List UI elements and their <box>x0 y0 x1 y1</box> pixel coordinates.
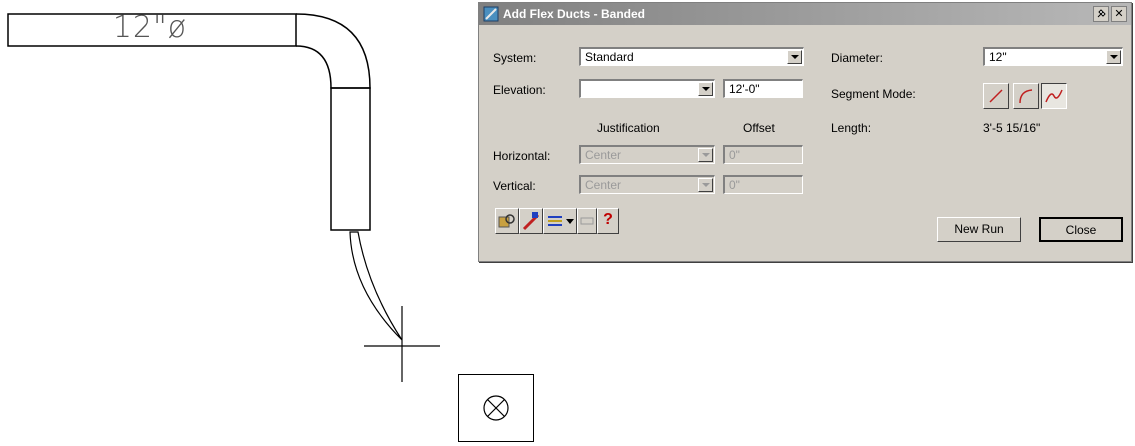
add-flex-ducts-dialog: Add Flex Ducts - Banded ✕ System: Standa… <box>478 2 1132 262</box>
chevron-down-icon[interactable] <box>1106 50 1121 64</box>
system-label: System: <box>493 51 537 65</box>
offset-header: Offset <box>743 121 775 135</box>
spline-segment-icon <box>1045 89 1063 103</box>
line-segment-icon <box>989 89 1003 103</box>
chevron-down-icon[interactable] <box>787 50 802 64</box>
close-icon-button[interactable]: ✕ <box>1111 6 1127 22</box>
segment-mode-label: Segment Mode: <box>831 87 916 101</box>
horizontal-label: Horizontal: <box>493 149 551 163</box>
close-button[interactable]: Close <box>1039 217 1123 242</box>
help-icon: ? <box>603 211 613 228</box>
diameter-select[interactable]: 12" <box>983 47 1123 66</box>
dialog-titlebar[interactable]: Add Flex Ducts - Banded ✕ <box>479 3 1131 25</box>
elevation-offset-value: 12'-0" <box>729 82 760 96</box>
circle-x-icon <box>483 395 509 421</box>
chevron-down-icon[interactable] <box>698 178 713 192</box>
paintbrush-icon <box>522 212 540 231</box>
elevation-offset-input[interactable]: 12'-0" <box>723 79 803 98</box>
horizontal-value: Center <box>585 148 622 162</box>
system-select[interactable]: Standard <box>579 47 804 66</box>
close-icon: ✕ <box>1114 8 1124 20</box>
disabled-tool-button[interactable] <box>577 208 597 234</box>
crosshair-cursor <box>364 306 440 382</box>
vertical-justification-select[interactable]: Center <box>579 175 715 194</box>
segment-mode-arc-button[interactable] <box>1013 83 1039 109</box>
pin-icon <box>1097 9 1106 18</box>
vertical-offset-value: 0" <box>729 178 740 192</box>
vertical-value: Center <box>585 178 622 192</box>
duct-end-symbol[interactable] <box>458 374 534 442</box>
match-button[interactable] <box>495 208 519 234</box>
horizontal-justification-select[interactable]: Center <box>579 145 715 164</box>
duct-size-label: 12"ø <box>112 10 188 45</box>
length-label: Length: <box>831 121 872 135</box>
horizontal-offset-input[interactable]: 0" <box>723 145 803 164</box>
help-button[interactable]: ? <box>597 208 619 234</box>
duct-elbow[interactable] <box>295 13 371 89</box>
pin-button[interactable] <box>1093 6 1109 22</box>
length-value: 3'-5 15/16" <box>983 121 1041 135</box>
elevation-label: Elevation: <box>493 83 546 97</box>
vertical-offset-input[interactable]: 0" <box>723 175 803 194</box>
flex-duct[interactable] <box>349 231 403 341</box>
line-style-dropdown-button[interactable] <box>543 208 577 234</box>
style-brush-button[interactable] <box>519 208 543 234</box>
vertical-label: Vertical: <box>493 179 536 193</box>
chevron-down-icon[interactable] <box>698 82 713 96</box>
duct-segment-vertical[interactable] <box>330 87 371 231</box>
segment-mode-spline-button[interactable] <box>1041 83 1067 109</box>
elevation-select[interactable] <box>579 79 715 98</box>
justification-header: Justification <box>597 121 660 135</box>
segment-mode-line-button[interactable] <box>983 83 1009 109</box>
system-value: Standard <box>585 50 634 64</box>
diameter-value: 12" <box>989 50 1007 64</box>
arc-segment-icon <box>1019 89 1033 104</box>
dialog-title: Add Flex Ducts - Banded <box>503 7 646 21</box>
dimmed-tool-icon <box>580 217 594 225</box>
chevron-down-icon[interactable] <box>698 148 713 162</box>
match-icon <box>498 214 515 228</box>
diameter-label: Diameter: <box>831 51 884 65</box>
horizontal-offset-value: 0" <box>729 148 740 162</box>
flex-duct-app-icon <box>483 6 499 22</box>
line-style-icon <box>548 216 574 226</box>
new-run-button[interactable]: New Run <box>937 217 1021 242</box>
